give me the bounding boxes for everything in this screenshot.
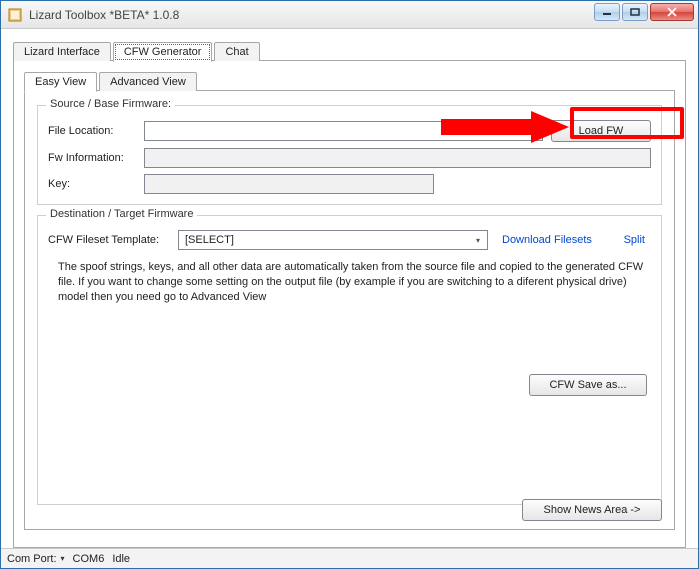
main-tabpanel: Easy View Advanced View Source / Base Fi… (13, 60, 686, 548)
status-state: Idle (112, 553, 130, 565)
com-port-selector[interactable]: Com Port: ▾ (7, 553, 65, 565)
app-icon (7, 7, 23, 23)
com-port-value: COM6 (73, 553, 105, 565)
tab-lizard-interface[interactable]: Lizard Interface (13, 42, 111, 61)
destination-info-text: The spoof strings, keys, and all other d… (58, 260, 645, 305)
chevron-down-icon: ▾ (61, 554, 65, 563)
label-cfw-template: CFW Fileset Template: (48, 234, 178, 246)
titlebar: Lizard Toolbox *BETA* 1.0.8 (1, 1, 698, 29)
tab-advanced-view[interactable]: Advanced View (99, 72, 197, 91)
label-key: Key: (48, 178, 144, 190)
key-display (144, 174, 434, 194)
download-filesets-link[interactable]: Download Filesets (502, 234, 592, 246)
load-fw-button[interactable]: Load FW (551, 120, 651, 142)
window-title: Lizard Toolbox *BETA* 1.0.8 (29, 8, 179, 22)
fw-information-display (144, 148, 651, 168)
group-source-legend: Source / Base Firmware: (46, 98, 175, 110)
split-link[interactable]: Split (624, 234, 645, 246)
tab-chat[interactable]: Chat (214, 42, 259, 61)
sub-tabstrip: Easy View Advanced View (24, 69, 677, 91)
tab-easy-view[interactable]: Easy View (24, 72, 97, 92)
label-com-port: Com Port: (7, 553, 57, 565)
label-fw-information: Fw Information: (48, 152, 144, 164)
group-destination-legend: Destination / Target Firmware (46, 208, 197, 220)
tab-cfw-generator[interactable]: CFW Generator (113, 42, 213, 62)
cfw-save-as-button[interactable]: CFW Save as... (529, 374, 647, 396)
cfw-template-dropdown[interactable]: [SELECT] ▾ (178, 230, 488, 250)
group-destination: Destination / Target Firmware CFW Filese… (37, 215, 662, 505)
chevron-down-icon: ▾ (471, 233, 485, 247)
maximize-button[interactable] (622, 3, 648, 21)
main-tabstrip: Lizard Interface CFW Generator Chat (13, 39, 686, 61)
minimize-button[interactable] (594, 3, 620, 21)
sub-tabpanel: Source / Base Firmware: File Location: L… (24, 90, 675, 530)
group-source: Source / Base Firmware: File Location: L… (37, 105, 662, 205)
statusbar: Com Port: ▾ COM6 Idle (1, 548, 698, 568)
show-news-area-button[interactable]: Show News Area -> (522, 499, 662, 521)
close-button[interactable] (650, 3, 694, 21)
cfw-template-selected: [SELECT] (185, 234, 234, 246)
file-location-input[interactable] (144, 121, 543, 141)
label-file-location: File Location: (48, 125, 144, 137)
